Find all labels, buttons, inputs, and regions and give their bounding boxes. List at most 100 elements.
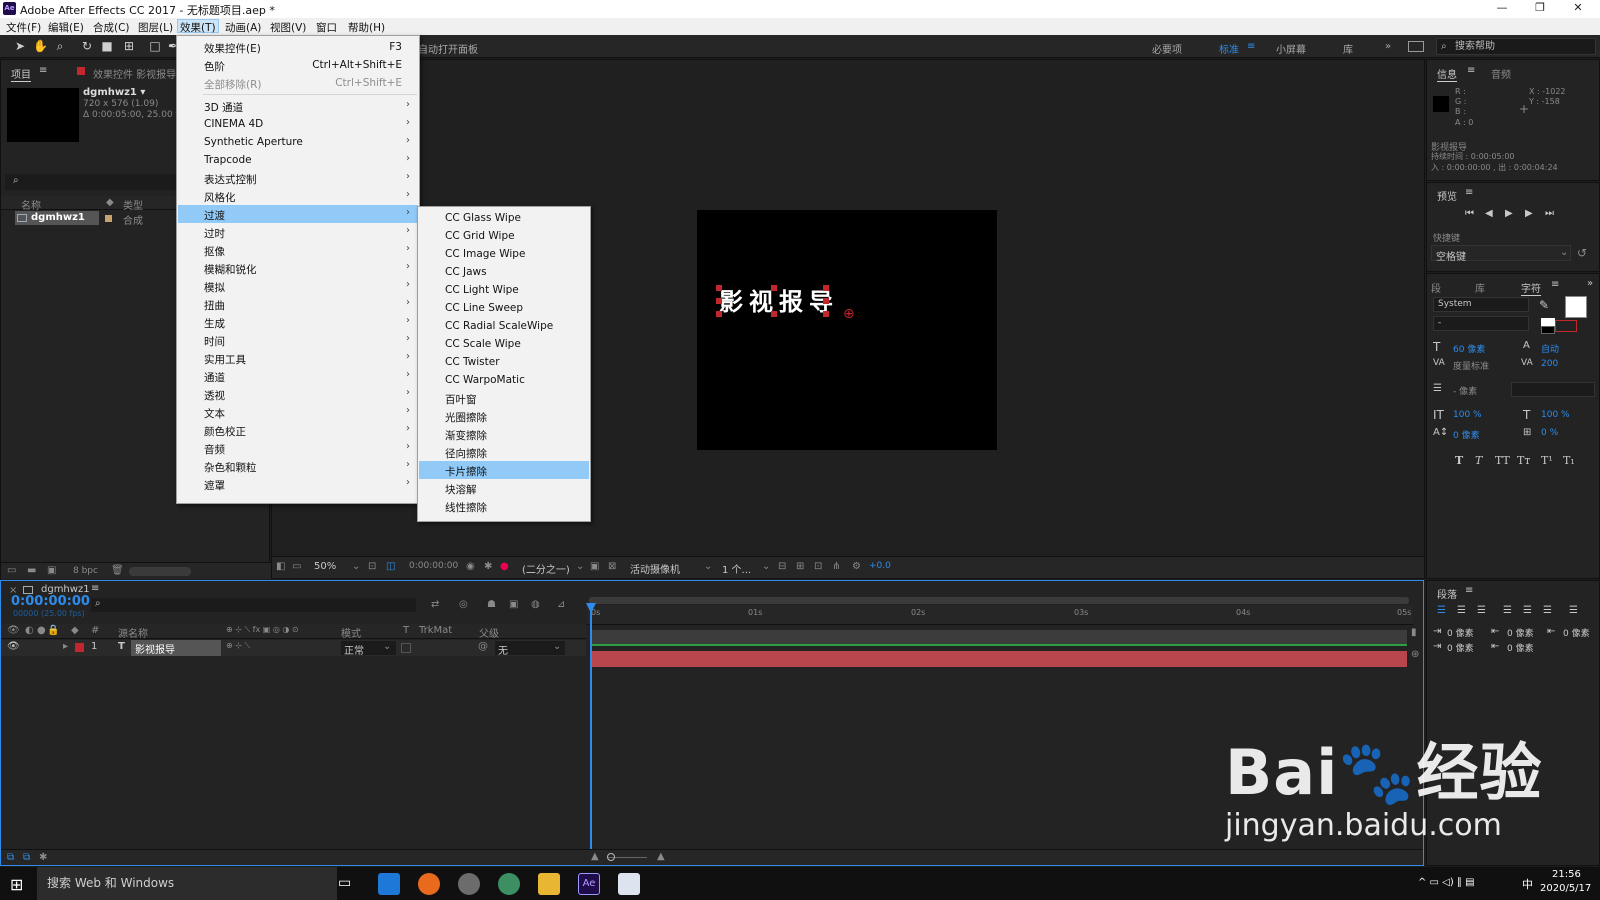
playhead[interactable] [590, 603, 592, 863]
bbox-handle[interactable] [823, 285, 829, 291]
bbox-handle[interactable] [823, 311, 829, 317]
pixel-aspect-icon[interactable]: ⊟ [778, 561, 786, 572]
layer-lock-icon[interactable]: ⊛ [1411, 649, 1419, 660]
fit-icon[interactable]: ⊡ [368, 561, 376, 572]
workspace-libraries[interactable]: 库 [1343, 41, 1353, 56]
align-center-icon[interactable]: ☰ [1457, 605, 1466, 616]
menu-item-generate[interactable]: 生成 › [178, 313, 418, 331]
zoom-dropdown[interactable]: 50% [314, 561, 336, 572]
project-item-name[interactable]: dgmhwz1 ▾ [83, 87, 145, 98]
vertical-scale-value[interactable]: 100 % [1453, 410, 1482, 420]
next-frame-icon[interactable]: ▶ [1525, 208, 1533, 219]
help-search-input[interactable]: ⌕ 搜索帮助 [1436, 38, 1596, 55]
anchor-point-icon[interactable]: ⊕ [843, 306, 855, 322]
menu-item-obsolete[interactable]: 过时 › [178, 223, 418, 241]
zoom-tool-icon[interactable]: ⌕ [53, 39, 67, 53]
after-effects-taskbar-icon[interactable]: Ae [578, 873, 600, 895]
pan-behind-icon[interactable]: ⊞ [122, 39, 136, 53]
menu-animation[interactable]: 动画(A) [225, 20, 261, 35]
tray-icons[interactable]: ^ ▭ ◁) ∥ ▤ [1418, 877, 1475, 888]
toggle-switches-icon[interactable]: ⧉ [7, 852, 14, 863]
tracking-value[interactable]: 200 [1541, 359, 1558, 369]
menu-layer[interactable]: 图层(L) [138, 20, 173, 35]
preserve-transparency-checkbox[interactable] [401, 643, 411, 653]
channel-icon[interactable]: ● [500, 561, 509, 572]
menu-item-keying[interactable]: 抠像 › [178, 241, 418, 259]
selection-tool-icon[interactable]: ➤ [13, 39, 27, 53]
align-right-icon[interactable]: ☰ [1477, 605, 1486, 616]
thumbnail-scroll[interactable] [129, 567, 191, 576]
space-after-value[interactable]: 0 像素 [1507, 641, 1534, 654]
panel-menu-icon[interactable]: ≡ [1551, 279, 1559, 290]
play-icon[interactable]: ▶ [1505, 208, 1513, 219]
prev-frame-icon[interactable]: ◀ [1485, 208, 1493, 219]
shy-layers-icon[interactable]: ☗ [487, 599, 496, 610]
menu-edit[interactable]: 编辑(E) [48, 20, 84, 35]
composition-frame[interactable]: 影视报导 ⊕ [697, 210, 997, 450]
menu-item-levels[interactable]: 色阶 Ctrl+Alt+Shift+E [178, 56, 418, 74]
faux-bold-button[interactable]: T [1455, 454, 1463, 467]
frame-blending-icon[interactable]: ▣ [509, 599, 518, 610]
submenu-cc-line-sweep[interactable]: CC Line Sweep [419, 299, 589, 317]
trash-icon[interactable]: 🗑 [111, 565, 124, 576]
justify-all-icon[interactable]: ☰ [1569, 605, 1578, 616]
show-snapshot-icon[interactable]: ✱ [484, 561, 492, 572]
workspace-small-screen[interactable]: 小屏幕 [1276, 41, 1306, 56]
transparency-grid-icon[interactable]: ⊠ [608, 561, 616, 572]
motion-blur-icon[interactable]: ◍ [531, 599, 540, 610]
bbox-handle[interactable] [716, 285, 722, 291]
new-comp-icon[interactable]: ▣ [47, 565, 56, 576]
layer-label-color[interactable] [75, 643, 84, 652]
minimize-button[interactable]: — [1487, 1, 1517, 17]
black-swatch[interactable] [1541, 326, 1555, 334]
font-style-dropdown[interactable]: - [1433, 316, 1529, 331]
submenu-block-dissolve[interactable]: 块溶解 [419, 479, 589, 497]
baseline-shift-value[interactable]: 0 像素 [1453, 428, 1480, 441]
chevron-down-icon[interactable]: ⌄ [762, 561, 770, 572]
menu-item-audio[interactable]: 音频 › [178, 439, 418, 457]
submenu-radial-wipe[interactable]: 径向擦除 [419, 443, 589, 461]
indent-left-value[interactable]: 0 像素 [1447, 626, 1474, 639]
tab-library[interactable]: 库 [1475, 280, 1485, 295]
expand-arrow-icon[interactable]: ▸ [63, 641, 68, 652]
viewer-timecode[interactable]: 0:00:00:00 [409, 561, 458, 571]
app-icon[interactable] [458, 873, 480, 895]
bbox-handle[interactable] [771, 285, 777, 291]
tab-character[interactable]: 字符 [1521, 280, 1541, 296]
faux-italic-button[interactable]: T [1475, 454, 1482, 467]
menu-item-effect-controls[interactable]: 效果控件(E) F3 [178, 38, 418, 56]
clock-time[interactable]: 21:56 [1552, 869, 1581, 880]
submenu-cc-warpomatic[interactable]: CC WarpoMatic [419, 371, 589, 389]
col-type[interactable]: 类型 [123, 197, 143, 212]
menu-file[interactable]: 文件(F) [6, 20, 41, 35]
timeline-link-icon[interactable]: ⊡ [814, 561, 822, 572]
parent-dropdown[interactable]: 无 ⌄ [495, 641, 565, 657]
leading-value[interactable]: 自动 [1541, 342, 1559, 355]
bbox-handle[interactable] [771, 311, 777, 317]
snapshot-icon[interactable]: ◧ [276, 561, 285, 572]
toggle-modes-icon[interactable]: ⧉ [23, 852, 30, 863]
pickwhip-icon[interactable]: @ [478, 641, 488, 652]
toggle-timing-icon[interactable]: ✱ [39, 852, 47, 863]
justify-left-icon[interactable]: ☰ [1503, 605, 1512, 616]
col-mode[interactable]: 模式 [341, 625, 361, 640]
auto-open-panels-label[interactable]: 自动打开面板 [418, 41, 478, 56]
menu-effect[interactable]: 效果(T) [177, 19, 219, 34]
panel-menu-icon[interactable]: ≡ [39, 65, 47, 76]
menu-help[interactable]: 帮助(H) [348, 20, 385, 35]
zoom-in-icon[interactable]: ▲ [657, 851, 665, 862]
tab-effect-controls[interactable]: 效果控件 影视报导 [93, 66, 176, 81]
camera-dropdown[interactable]: 活动摄像机 [630, 561, 680, 576]
menu-composition[interactable]: 合成(C) [93, 20, 130, 35]
layer-name-field[interactable]: 影视报导 [131, 640, 221, 656]
close-button[interactable]: ✕ [1563, 1, 1593, 17]
submenu-card-wipe[interactable]: 卡片擦除 [419, 461, 589, 479]
panel-overflow-icon[interactable]: » [1587, 278, 1593, 289]
menu-item-matte[interactable]: 遮罩 › [178, 475, 418, 493]
col-name[interactable]: 名称 [21, 197, 41, 212]
menu-item-utility[interactable]: 实用工具 › [178, 349, 418, 367]
last-frame-icon[interactable]: ⏭ [1545, 208, 1554, 219]
col-parent[interactable]: 父级 [479, 625, 499, 640]
timeline-search-input[interactable]: ⌕ [91, 598, 416, 612]
rectangle-tool-icon[interactable]: □ [148, 39, 162, 53]
